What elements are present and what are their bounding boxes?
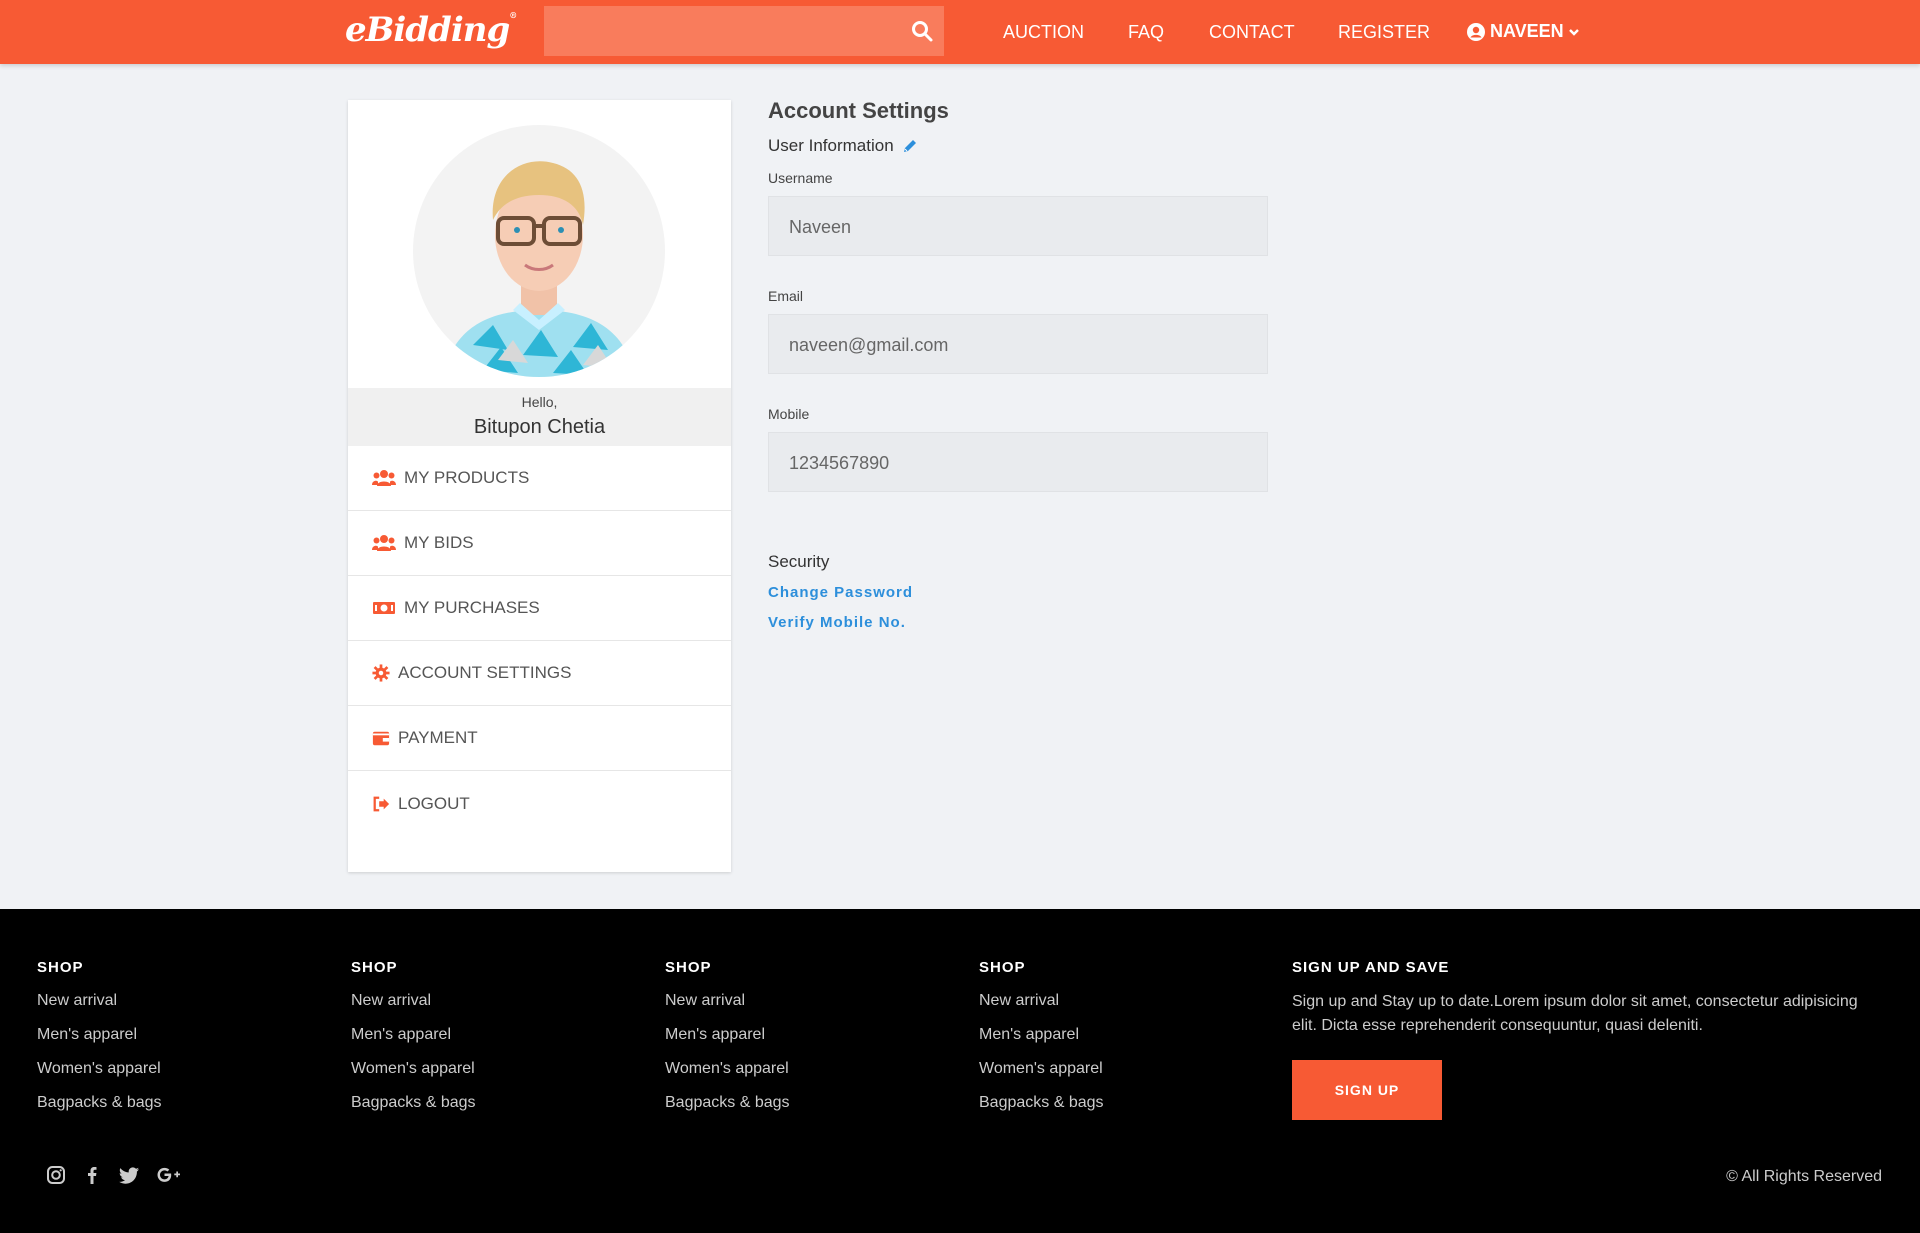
money-bill-icon	[373, 602, 395, 614]
profile-name: Bitupon Chetia	[473, 416, 606, 438]
page-title: Account Settings	[768, 98, 949, 123]
footer-column-title: SHOP	[351, 959, 398, 976]
sidebar-item-my-purchases[interactable]: MY PURCHASES	[348, 576, 731, 641]
security-title: Security	[768, 552, 830, 571]
sidebar-item-label: ACCOUNT SETTINGS	[398, 663, 572, 682]
user-circle-icon	[1467, 22, 1485, 41]
change-password-link[interactable]: Change Password	[768, 584, 1268, 601]
greeting-panel: Hello, Bitupon Chetia	[348, 388, 731, 446]
sidebar-item-account-settings[interactable]: ACCOUNT SETTINGS	[348, 641, 731, 706]
chevron-down-icon	[1568, 28, 1579, 36]
gear-icon	[372, 664, 390, 682]
footer-column: SHOP New arrival Men's apparel Women's a…	[351, 959, 476, 1112]
verify-mobile-link[interactable]: Verify Mobile No.	[768, 614, 1268, 631]
username-field[interactable]: Naveen	[768, 196, 1268, 256]
sidebar-item-label: LOGOUT	[398, 793, 470, 813]
footer-column-title: SHOP	[37, 959, 84, 976]
footer-column-title: SHOP	[979, 959, 1026, 976]
signup-section: SIGN UP AND SAVE Sign up and Stay up to …	[1292, 959, 1882, 1120]
sidebar-menu: MY PRODUCTS MY BIDS MY PURCHASES ACCOUNT…	[348, 446, 731, 836]
social-links	[46, 1165, 182, 1185]
top-navbar: eBidding® AUCTION FAQ CONTACT REGISTER N…	[0, 0, 1920, 64]
sidebar-item-label: MY BIDS	[404, 533, 474, 552]
users-icon	[372, 535, 396, 551]
footer-column: SHOP New arrival Men's apparel Women's a…	[37, 959, 162, 1112]
search-input[interactable]	[544, 6, 944, 56]
nav-auction[interactable]: AUCTION	[1003, 22, 1084, 43]
footer-link[interactable]: New arrival	[979, 992, 1104, 1010]
signup-button[interactable]: SIGN UP	[1292, 1060, 1442, 1120]
footer-link[interactable]: Men's apparel	[351, 1026, 476, 1044]
footer-link[interactable]: Men's apparel	[979, 1026, 1104, 1044]
sidebar-item-label: MY PRODUCTS	[404, 468, 530, 487]
footer-link[interactable]: Women's apparel	[665, 1060, 790, 1078]
greeting-text: Hello,	[521, 394, 558, 410]
footer-link[interactable]: Women's apparel	[979, 1060, 1104, 1078]
footer-link[interactable]: Bagpacks & bags	[979, 1094, 1104, 1112]
footer-link[interactable]: Men's apparel	[37, 1026, 162, 1044]
footer: SHOP New arrival Men's apparel Women's a…	[0, 909, 1920, 1233]
nav-contact[interactable]: CONTACT	[1209, 22, 1295, 43]
pencil-icon[interactable]	[902, 138, 918, 154]
avatar	[413, 125, 665, 377]
footer-link[interactable]: New arrival	[351, 992, 476, 1010]
user-information-title: User Information	[768, 136, 894, 155]
footer-column: SHOP New arrival Men's apparel Women's a…	[979, 959, 1104, 1112]
account-settings-panel: Account Settings User Information Userna…	[768, 98, 1268, 631]
email-label: Email	[768, 288, 804, 304]
google-plus-icon[interactable]	[156, 1165, 182, 1185]
sidebar-item-my-products[interactable]: MY PRODUCTS	[348, 446, 731, 511]
twitter-icon[interactable]	[118, 1165, 140, 1185]
username-label: Username	[768, 170, 833, 186]
mobile-label: Mobile	[768, 406, 810, 422]
search-icon[interactable]	[910, 19, 934, 43]
sidebar-item-my-bids[interactable]: MY BIDS	[348, 511, 731, 576]
facebook-icon[interactable]	[82, 1165, 102, 1185]
footer-link[interactable]: New arrival	[37, 992, 162, 1010]
footer-link[interactable]: Bagpacks & bags	[37, 1094, 162, 1112]
wallet-icon	[372, 731, 390, 746]
profile-card: Hello, Bitupon Chetia MY PRODUCTS MY BID…	[348, 100, 731, 872]
site-logo[interactable]: eBidding®	[345, 10, 517, 50]
user-name: NAVEEN	[1490, 21, 1564, 41]
footer-link[interactable]: Women's apparel	[37, 1060, 162, 1078]
footer-link[interactable]: Bagpacks & bags	[351, 1094, 476, 1112]
sidebar-item-logout[interactable]: LOGOUT	[348, 771, 731, 836]
sidebar-item-label: MY PURCHASES	[404, 598, 540, 617]
user-menu[interactable]: NAVEEN	[1466, 21, 1580, 42]
section-heading: User Information	[768, 136, 1268, 156]
email-field[interactable]: naveen@gmail.com	[768, 314, 1268, 374]
sign-out-icon	[373, 796, 390, 811]
instagram-icon[interactable]	[46, 1165, 66, 1185]
signup-text: Sign up and Stay up to date.Lorem ipsum …	[1292, 993, 1858, 1034]
copyright-text: © All Rights Reserved	[1726, 1168, 1882, 1185]
footer-link[interactable]: Bagpacks & bags	[665, 1094, 790, 1112]
footer-link[interactable]: Women's apparel	[351, 1060, 476, 1078]
sidebar-item-label: PAYMENT	[398, 728, 478, 747]
footer-column: SHOP New arrival Men's apparel Women's a…	[665, 959, 790, 1112]
users-icon	[372, 470, 396, 486]
mobile-field[interactable]: 1234567890	[768, 432, 1268, 492]
footer-link[interactable]: New arrival	[665, 992, 790, 1010]
signup-title: SIGN UP AND SAVE	[1292, 959, 1450, 976]
footer-column-title: SHOP	[665, 959, 712, 976]
sidebar-item-payment[interactable]: PAYMENT	[348, 706, 731, 771]
footer-link[interactable]: Men's apparel	[665, 1026, 790, 1044]
nav-register[interactable]: REGISTER	[1338, 22, 1430, 43]
nav-faq[interactable]: FAQ	[1128, 22, 1164, 43]
